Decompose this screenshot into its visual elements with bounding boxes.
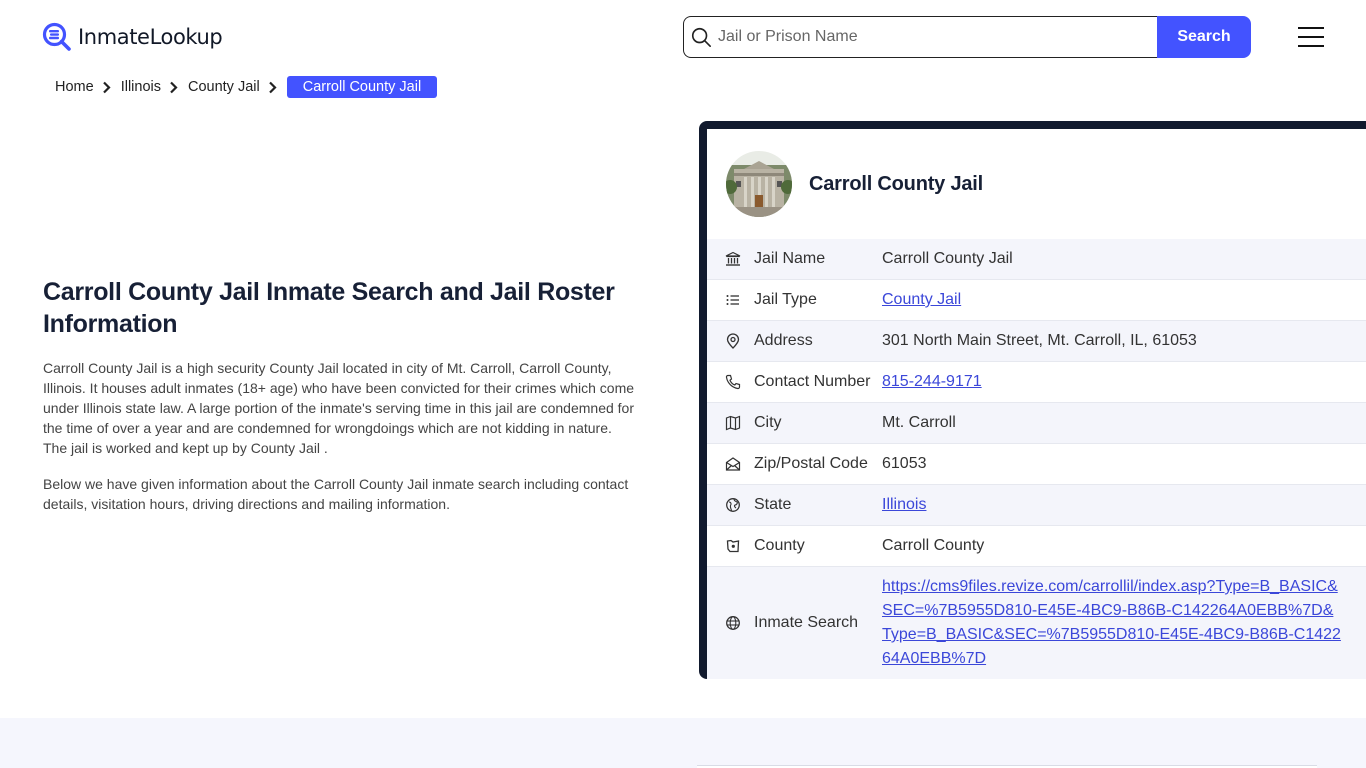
info-row-contact: Contact Number 815-244-9171 [707,362,1366,403]
row-label: Jail Type [754,291,817,308]
row-label: County [754,537,805,554]
county-icon [724,537,742,555]
world-icon [724,614,742,632]
menu-line [1298,27,1324,29]
search-field[interactable] [683,16,1157,58]
menu-line [1298,45,1324,47]
logo-magnifier-icon [42,22,71,51]
jail-photo [726,151,792,217]
info-row-jail-name: Jail Name Carroll County Jail [707,239,1366,280]
phone-icon [724,373,742,391]
info-row-address: Address 301 North Main Street, Mt. Carro… [707,321,1366,362]
info-row-city: City Mt. Carroll [707,403,1366,444]
row-label: Inmate Search [754,614,859,631]
list-icon [724,291,742,309]
search-icon [691,27,711,47]
row-value: Carroll County [882,537,985,554]
phone-link[interactable]: 815-244-9171 [882,373,982,391]
map-pin-icon [724,332,742,350]
row-label: Jail Name [754,250,826,267]
row-label: State [754,496,792,513]
intro-paragraph: Carroll County Jail is a high security C… [43,360,635,456]
logo[interactable]: InmateLookup [42,22,223,52]
row-label: Address [754,332,813,349]
info-table: Jail Name Carroll County Jail Jail Type … [707,239,1366,679]
card-header: Carroll County Jail [707,129,1366,239]
jail-info-card-body: Carroll County Jail Jail Name Carroll Co… [707,129,1366,679]
globe-stand-icon [724,496,742,514]
intro-section: Carroll County Jail Inmate Search and Ja… [43,276,638,514]
jail-info-card: Carroll County Jail Jail Name Carroll Co… [699,121,1366,679]
hamburger-menu-icon[interactable] [1298,27,1324,47]
chevron-right-icon [169,80,179,94]
map-icon [724,414,742,432]
row-value: 61053 [882,455,927,472]
state-link[interactable]: Illinois [882,496,926,514]
breadcrumb-state[interactable]: Illinois [121,79,161,95]
row-label: City [754,414,782,431]
info-row-zip: Zip/Postal Code 61053 [707,444,1366,485]
page-title: Carroll County Jail Inmate Search and Ja… [43,278,615,338]
search-button[interactable]: Search [1157,16,1251,58]
info-row-state: State Illinois [707,485,1366,526]
jail-type-link[interactable]: County Jail [882,291,961,309]
search-input[interactable] [718,28,1138,46]
breadcrumb-jail-type[interactable]: County Jail [188,79,260,95]
bank-icon [724,250,742,268]
row-value: Carroll County Jail [882,250,1013,267]
mail-open-icon [724,455,742,473]
breadcrumb-current: Carroll County Jail [286,76,438,98]
intro-paragraph: Below we have given information about th… [43,476,629,512]
info-row-inmate-search: Inmate Search https://cms9files.revize.c… [707,567,1366,679]
header: InmateLookup Search [0,0,1366,72]
row-label: Contact Number [754,373,871,390]
info-row-county: County Carroll County [707,526,1366,567]
inmate-search-link[interactable]: https://cms9files.revize.com/carrollil/i… [882,575,1342,671]
row-value: Mt. Carroll [882,414,956,431]
logo-text: InmateLookup [78,25,223,49]
breadcrumb: Home Illinois County Jail Carroll County… [55,76,438,98]
search-bar: Search [683,16,1251,58]
row-value: 301 North Main Street, Mt. Carroll, IL, … [882,332,1197,349]
row-label: Zip/Postal Code [754,455,868,472]
next-section-background [0,718,1366,768]
chevron-right-icon [102,80,112,94]
menu-line [1298,36,1324,38]
card-title: Carroll County Jail [809,172,984,195]
info-row-jail-type: Jail Type County Jail [707,280,1366,321]
chevron-right-icon [268,80,278,94]
breadcrumb-home[interactable]: Home [55,79,94,95]
